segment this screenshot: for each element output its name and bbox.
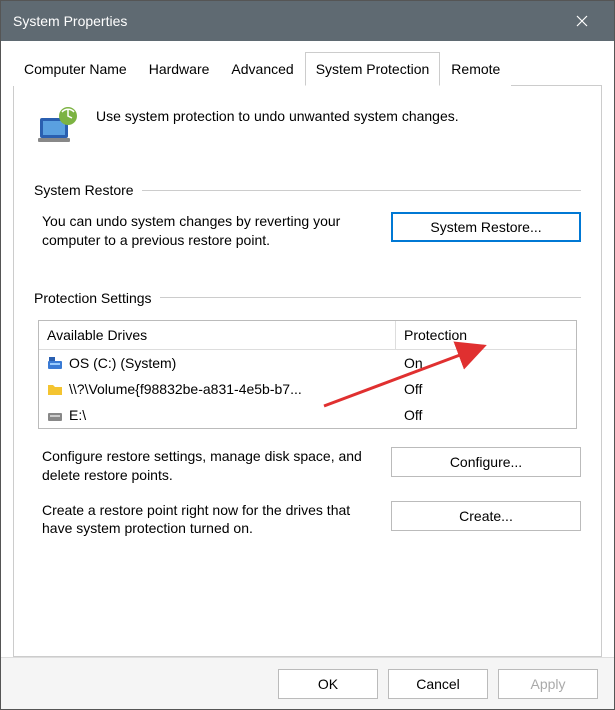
tab-hardware[interactable]: Hardware <box>138 52 221 86</box>
folder-icon <box>47 381 63 397</box>
disk-icon <box>47 407 63 423</box>
group-header-protection: Protection Settings <box>34 290 581 306</box>
create-row: Create a restore point right now for the… <box>34 501 581 539</box>
group-divider <box>142 190 581 191</box>
restore-row: You can undo system changes by reverting… <box>34 212 581 250</box>
protection-cell: Off <box>396 404 576 426</box>
col-header-drives[interactable]: Available Drives <box>39 321 396 350</box>
apply-button[interactable]: Apply <box>498 669 598 699</box>
system-properties-window: System Properties Computer Name Hardware… <box>0 0 615 710</box>
drive-cell: \\?\Volume{f98832be-a831-4e5b-b7... <box>39 378 396 400</box>
intro-row: Use system protection to undo unwanted s… <box>34 104 581 152</box>
drive-cell: OS (C:) (System) <box>39 352 396 374</box>
drive-name: E:\ <box>69 407 86 423</box>
close-button[interactable] <box>562 1 602 41</box>
table-row[interactable]: \\?\Volume{f98832be-a831-4e5b-b7... Off <box>39 376 576 402</box>
tab-panel-system-protection: Use system protection to undo unwanted s… <box>13 86 602 657</box>
group-title-restore: System Restore <box>34 182 134 198</box>
restore-text: You can undo system changes by reverting… <box>42 212 373 250</box>
create-button[interactable]: Create... <box>391 501 581 531</box>
group-protection-settings: Protection Settings Available Drives Pro… <box>34 290 581 539</box>
window-title: System Properties <box>13 13 127 29</box>
drive-cell: E:\ <box>39 404 396 426</box>
close-icon <box>576 15 588 27</box>
drive-name: \\?\Volume{f98832be-a831-4e5b-b7... <box>69 381 302 397</box>
tab-strip: Computer Name Hardware Advanced System P… <box>13 51 602 86</box>
group-system-restore: System Restore You can undo system chang… <box>34 182 581 250</box>
cancel-button[interactable]: Cancel <box>388 669 488 699</box>
disk-system-icon <box>47 355 63 371</box>
protection-cell: Off <box>396 378 576 400</box>
system-protection-icon <box>34 104 82 152</box>
titlebar: System Properties <box>1 1 614 41</box>
group-divider <box>160 297 581 298</box>
col-header-protection[interactable]: Protection <box>396 321 576 350</box>
configure-text: Configure restore settings, manage disk … <box>42 447 373 485</box>
drive-name: OS (C:) (System) <box>69 355 176 371</box>
drives-body: OS (C:) (System) On \\?\Volume{f98832be-… <box>39 350 576 428</box>
table-row[interactable]: E:\ Off <box>39 402 576 428</box>
system-restore-button[interactable]: System Restore... <box>391 212 581 242</box>
drives-table: Available Drives Protection OS (C:) (Sys… <box>38 320 577 429</box>
content-area: Computer Name Hardware Advanced System P… <box>1 41 614 657</box>
table-row[interactable]: OS (C:) (System) On <box>39 350 576 376</box>
dialog-footer: OK Cancel Apply <box>1 657 614 709</box>
create-text: Create a restore point right now for the… <box>42 501 373 539</box>
tab-remote[interactable]: Remote <box>440 52 511 86</box>
group-title-protection: Protection Settings <box>34 290 152 306</box>
configure-button[interactable]: Configure... <box>391 447 581 477</box>
tab-advanced[interactable]: Advanced <box>220 52 304 86</box>
ok-button[interactable]: OK <box>278 669 378 699</box>
intro-text: Use system protection to undo unwanted s… <box>96 104 459 124</box>
configure-row: Configure restore settings, manage disk … <box>34 447 581 485</box>
tab-computer-name[interactable]: Computer Name <box>13 52 138 86</box>
tab-system-protection[interactable]: System Protection <box>305 52 441 86</box>
protection-cell: On <box>396 352 576 374</box>
drives-header-row: Available Drives Protection <box>39 321 576 350</box>
group-header-restore: System Restore <box>34 182 581 198</box>
